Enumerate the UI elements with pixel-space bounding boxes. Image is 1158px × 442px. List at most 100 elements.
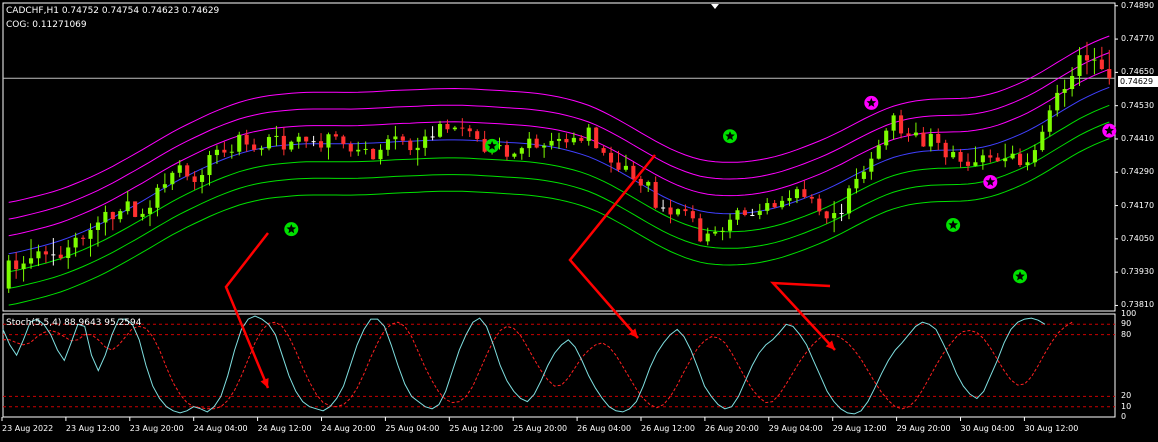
candle xyxy=(757,203,762,220)
candle-body xyxy=(713,231,718,234)
cog-indicator-info: COG: 0.11271069 xyxy=(6,20,87,30)
candle-body xyxy=(594,127,599,149)
candle-body xyxy=(646,181,651,186)
sell-signal-marker xyxy=(1102,123,1117,138)
candle-body xyxy=(616,162,621,170)
candle xyxy=(460,118,465,137)
candle-body xyxy=(772,203,777,208)
candle-body xyxy=(103,211,108,223)
candle-body xyxy=(683,209,688,212)
candle-body xyxy=(333,134,338,137)
candle xyxy=(765,198,770,215)
symbol-info: CADCHF,H1 0.74752 0.74754 0.74623 0.7462… xyxy=(6,6,220,16)
chart-shift-marker-icon[interactable] xyxy=(711,4,719,9)
candle-body xyxy=(1047,110,1052,132)
time-tick-label: 26 Aug 04:00 xyxy=(577,424,632,433)
candle xyxy=(1077,47,1082,86)
candle-body xyxy=(185,165,190,177)
candle xyxy=(958,148,963,168)
candle xyxy=(839,203,844,222)
candle xyxy=(653,176,658,210)
candle xyxy=(81,235,86,246)
candle-body xyxy=(1032,150,1037,163)
candle-body xyxy=(854,178,859,189)
candle-body xyxy=(794,189,800,199)
candle-body xyxy=(958,152,963,162)
center-band xyxy=(8,86,1110,255)
candle xyxy=(869,152,874,180)
buy-signal-marker xyxy=(946,217,961,232)
candle-body xyxy=(661,207,666,209)
candle xyxy=(452,125,457,131)
candle xyxy=(943,139,948,165)
candle xyxy=(1010,145,1015,160)
candle-body xyxy=(653,181,658,208)
candle xyxy=(437,120,443,138)
stoch-indicator-info: Stoch(5,5,4) 88.9643 95.2594 xyxy=(6,318,142,328)
candle-body xyxy=(534,138,539,148)
candle xyxy=(623,154,628,172)
time-tick-label: 30 Aug 12:00 xyxy=(1024,424,1079,433)
candle xyxy=(423,129,428,156)
candle xyxy=(482,130,487,154)
candle-body xyxy=(1018,153,1023,166)
candle-body xyxy=(95,222,100,230)
candle xyxy=(6,254,11,293)
time-tick-label: 24 Aug 20:00 xyxy=(321,424,376,433)
candle xyxy=(928,128,933,152)
candle-body xyxy=(1040,131,1045,151)
candle-body xyxy=(765,203,770,211)
candle xyxy=(973,146,978,167)
candle xyxy=(185,163,190,181)
chart-window[interactable]: CADCHF,H1 0.74752 0.74754 0.74623 0.7462… xyxy=(0,0,1158,442)
candle-body xyxy=(430,136,435,138)
candle-body xyxy=(601,148,606,153)
candle-body xyxy=(869,158,874,172)
time-tick-label: 29 Aug 04:00 xyxy=(768,424,823,433)
candle xyxy=(14,252,19,279)
candle xyxy=(371,148,376,160)
price-tick-label: 0.73930 xyxy=(1121,267,1155,277)
candle-body xyxy=(906,133,911,136)
candle-body xyxy=(125,201,130,212)
candle xyxy=(467,125,472,138)
candle-body xyxy=(43,251,48,255)
candle-body xyxy=(133,201,138,217)
time-tick-label: 23 Aug 12:00 xyxy=(65,424,120,433)
candle xyxy=(727,213,733,239)
candle xyxy=(772,200,777,209)
candle-body xyxy=(475,131,480,139)
candle xyxy=(861,165,866,184)
main-pane-border xyxy=(2,2,1116,312)
candle xyxy=(408,138,413,156)
candle-body xyxy=(1099,59,1104,70)
candle xyxy=(556,132,562,149)
candle-body xyxy=(876,145,881,159)
candle xyxy=(200,169,205,194)
candle-body xyxy=(951,152,956,158)
chart-canvas[interactable] xyxy=(0,0,1158,442)
candle-body xyxy=(378,149,383,160)
candle-body xyxy=(356,149,361,152)
candle xyxy=(512,152,517,159)
candle-body xyxy=(504,145,509,157)
stoch-tick-label: 0 xyxy=(1121,412,1127,421)
candle-body xyxy=(936,133,941,143)
time-tick-label: 23 Aug 2022 xyxy=(2,424,54,433)
buy-signal-marker xyxy=(723,129,738,144)
candle-body xyxy=(467,128,472,132)
candle-body xyxy=(705,233,710,242)
price-tick-label: 0.74050 xyxy=(1121,233,1155,243)
candle-body xyxy=(787,198,792,201)
candle-body xyxy=(609,152,614,163)
candle-body xyxy=(586,127,591,141)
candle xyxy=(854,168,859,194)
candle-body xyxy=(623,165,628,170)
candle xyxy=(1025,153,1030,171)
candle xyxy=(594,126,599,149)
candle xyxy=(103,205,108,236)
candle-body xyxy=(229,151,234,153)
candlestick-series xyxy=(6,41,1112,293)
candle xyxy=(824,210,829,224)
candle xyxy=(913,122,918,138)
